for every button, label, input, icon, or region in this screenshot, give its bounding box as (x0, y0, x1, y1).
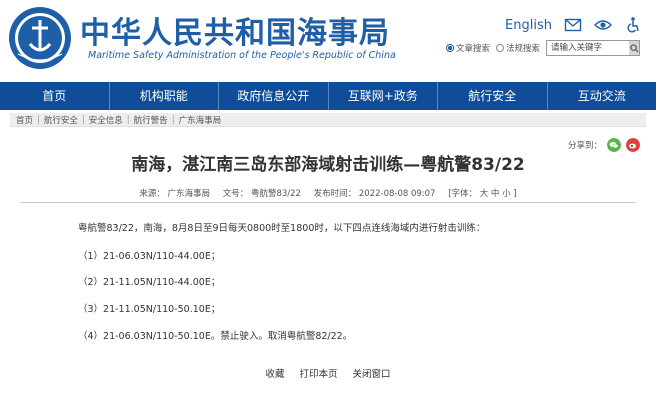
breadcrumb: 首页 | 航行安全 | 安全信息 | 航行警告 | 广东海事局 (10, 113, 646, 127)
main-nav: 首页 机构职能 政府信息公开 互联网+政务 航行安全 互动交流 (0, 82, 656, 110)
mail-icon[interactable] (564, 16, 582, 34)
font-size-selector[interactable]: [字体： 大 中 小 ] (448, 189, 516, 199)
search-icon (629, 43, 639, 53)
print-button[interactable]: 打印本页 (299, 369, 337, 380)
nav-item-interaction[interactable]: 互动交流 (548, 82, 656, 110)
breadcrumb-navigation-safety[interactable]: 航行安全 (44, 114, 78, 126)
msa-logo[interactable] (8, 6, 72, 70)
breadcrumb-safety-info[interactable]: 安全信息 (89, 114, 123, 126)
breadcrumb-guangdong[interactable]: 广东海事局 (179, 114, 222, 126)
search-input[interactable] (547, 41, 629, 55)
article-title: 南海，湛江南三岛东部海域射击训练—粤航警83/22 (131, 155, 525, 175)
nav-item-navigation-safety[interactable]: 航行安全 (438, 82, 548, 110)
site-header: 中华人民共和国海事局 Maritime Safety Administratio… (0, 0, 656, 82)
search-box (546, 40, 640, 56)
article-paragraph: 粤航警83/22，南海，8月8日至9日每天0800时至1800时，以下四点连线海… (78, 223, 486, 234)
nav-item-functions[interactable]: 机构职能 (110, 82, 219, 110)
article-publish-time: 发布时间： 2022-08-08 09:07 (313, 189, 436, 199)
nav-item-home[interactable]: 首页 (0, 82, 110, 110)
article-paragraph: （3）21-11.05N/110-50.10E； (78, 304, 221, 315)
eye-icon[interactable] (594, 16, 612, 34)
breadcrumb-separator: | (126, 114, 130, 125)
article-paragraph: （4）21-06.03N/110-50.10E。禁止驶入。取消粤航警82/22。 (78, 331, 353, 342)
site-title: 中华人民共和国海事局 (80, 16, 390, 51)
nav-item-info-disclosure[interactable]: 政府信息公开 (219, 82, 329, 110)
site-subtitle: Maritime Safety Administration of the Pe… (88, 50, 396, 61)
breadcrumb-separator: | (81, 114, 85, 125)
accessibility-icon[interactable] (624, 16, 642, 34)
english-link[interactable]: English (505, 18, 552, 33)
search-option-laws[interactable]: 法规搜索 (495, 42, 540, 54)
search-option-articles[interactable]: 文章搜索 (445, 42, 490, 54)
article-paragraph: （2）21-11.05N/110-44.00E； (78, 277, 221, 288)
article-paragraph: （1）21-06.03N/110-44.00E； (78, 251, 221, 262)
search-bar: 文章搜索 法规搜索 (445, 40, 640, 56)
article-source: 来源： 广东海事局 (139, 189, 211, 199)
article-actions: 收藏 打印本页 关闭窗口 (0, 366, 656, 380)
favorite-button[interactable]: 收藏 (265, 369, 284, 380)
breadcrumb-home[interactable]: 首页 (16, 114, 33, 126)
article-meta: 来源： 广东海事局 文号： 粤航警83/22 发布时间： 2022-08-08 … (0, 187, 656, 199)
nav-item-internet-gov[interactable]: 互联网+政务 (329, 82, 438, 110)
radio-selected-icon (445, 44, 454, 52)
breadcrumb-separator: | (37, 114, 40, 125)
breadcrumb-separator: | (171, 114, 175, 125)
search-button[interactable] (629, 41, 639, 55)
article-doc-number: 文号： 粤航警83/22 (222, 189, 301, 199)
close-window-button[interactable]: 关闭窗口 (353, 369, 391, 380)
divider (20, 202, 636, 203)
radio-empty-icon (495, 44, 504, 52)
breadcrumb-warnings[interactable]: 航行警告 (134, 114, 168, 126)
